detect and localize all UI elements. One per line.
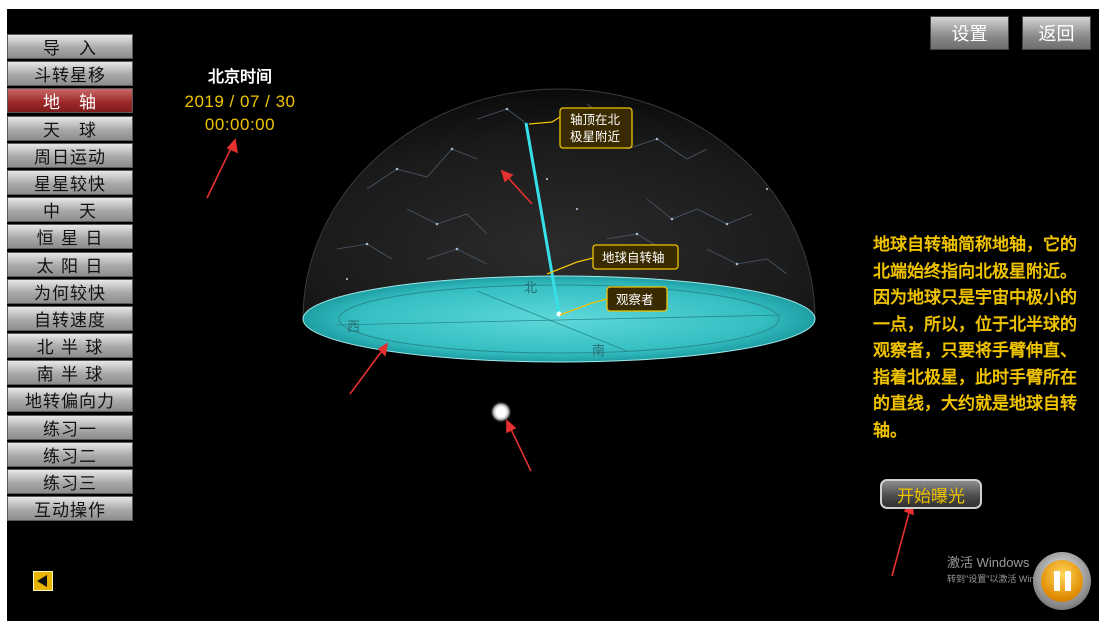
sidebar-item-15[interactable]: 练习二 bbox=[7, 441, 133, 467]
sidebar-item-6[interactable]: 中 天 bbox=[7, 197, 133, 223]
sidebar-item-17[interactable]: 互动操作 bbox=[7, 496, 133, 522]
sun[interactable] bbox=[490, 401, 512, 423]
callout-earth-axis-text: 地球自转轴 bbox=[602, 250, 665, 265]
callout-axis-top-line2: 极星附近 bbox=[570, 129, 621, 144]
observer-point bbox=[556, 311, 562, 317]
sidebar-item-3[interactable]: 天 球 bbox=[7, 115, 133, 141]
sidebar-item-9[interactable]: 为何较快 bbox=[7, 278, 133, 304]
sidebar-item-14[interactable]: 练习一 bbox=[7, 414, 133, 440]
horizon-label-west: 西 bbox=[347, 320, 360, 335]
pause-button[interactable] bbox=[1033, 552, 1091, 610]
settings-button[interactable]: 设置 bbox=[930, 16, 1009, 50]
callout-axis-top: 轴顶在北 极星附近 bbox=[559, 107, 633, 149]
start-exposure-button[interactable]: 开始曝光 bbox=[880, 479, 982, 509]
horizon-label-north: 北 bbox=[524, 281, 537, 296]
sidebar-item-13[interactable]: 地转偏向力 bbox=[7, 387, 133, 413]
callout-observer: 观察者 bbox=[606, 286, 668, 312]
back-arrow-icon[interactable] bbox=[33, 571, 53, 591]
sidebar-item-2[interactable]: 地 轴 bbox=[7, 88, 133, 114]
clock-label: 北京时间 bbox=[207, 67, 272, 86]
sidebar-item-8[interactable]: 太 阳 日 bbox=[7, 251, 133, 277]
pause-icon bbox=[1041, 560, 1083, 602]
sidebar-item-0[interactable]: 导 入 bbox=[7, 34, 133, 59]
sidebar-item-10[interactable]: 自转速度 bbox=[7, 305, 133, 331]
return-button[interactable]: 返回 bbox=[1022, 16, 1091, 50]
clock-date: 2019 / 07 / 30 bbox=[184, 92, 296, 111]
sidebar-menu: 导 入斗转星移地 轴天 球周日运动 星星较快中 天恒 星 日太 阳 日为何较快 自转… bbox=[7, 34, 133, 523]
watermark-line2: 转到"设置"以激活 Windows。 bbox=[947, 574, 1042, 584]
callout-observer-text: 观察者 bbox=[616, 292, 654, 307]
sidebar-item-1[interactable]: 斗转星移 bbox=[7, 61, 133, 87]
activation-watermark: 激活 Windows 转到"设置"以激活 Windows。 bbox=[947, 552, 1042, 585]
callout-earth-axis: 地球自转轴 bbox=[592, 244, 679, 270]
sidebar-item-11[interactable]: 北 半 球 bbox=[7, 333, 133, 359]
callout-axis-top-line1: 轴顶在北 bbox=[570, 112, 621, 127]
clock-time: 00:00:00 bbox=[204, 115, 276, 134]
clock-panel: 北京时间 2019 / 07 / 30 00:00:00 bbox=[175, 63, 305, 135]
sidebar-item-7[interactable]: 恒 星 日 bbox=[7, 224, 133, 250]
watermark-line1: 激活 Windows bbox=[947, 555, 1030, 570]
sidebar-item-12[interactable]: 南 半 球 bbox=[7, 360, 133, 386]
description-text: 地球自转轴简称地轴，它的北端始终指向北极星附近。因为地球只是宇宙中极小的一点，所… bbox=[873, 235, 1077, 441]
app-stage: 北 南 西 轴顶在北 极星附近 地球自转轴 观察者 导 入 斗转星移 地 轴 天… bbox=[7, 9, 1099, 621]
horizon-label-south: 南 bbox=[592, 343, 605, 359]
sidebar-item-5[interactable]: 星星较快 bbox=[7, 169, 133, 195]
sidebar-item-4[interactable]: 周日运动 bbox=[7, 142, 133, 168]
sidebar-item-16[interactable]: 练习三 bbox=[7, 469, 133, 494]
